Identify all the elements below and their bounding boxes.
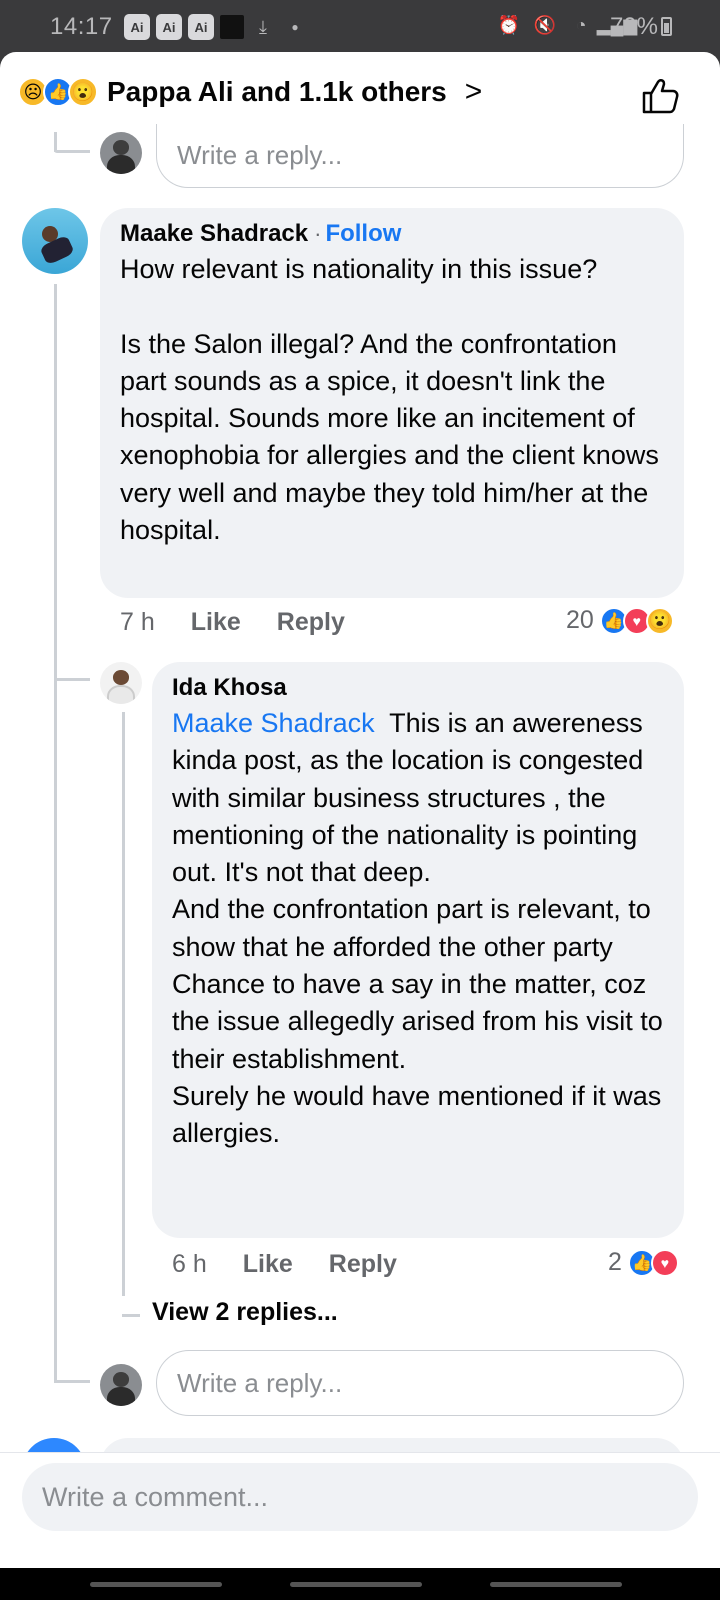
reply-actions: 6 h Like Reply xyxy=(172,1250,433,1279)
back-button[interactable] xyxy=(490,1582,622,1587)
thread-line xyxy=(122,1314,140,1317)
comment-actions: 7 h Like Reply xyxy=(120,608,381,637)
battery-percent: 70% xyxy=(609,13,658,40)
wow-icon: 😮 xyxy=(68,77,98,107)
reaction-count-number: 20 xyxy=(566,606,594,634)
notification-icons: Ai Ai Ai ⤓ ● xyxy=(124,14,308,40)
mention-link[interactable]: Maake Shadrack xyxy=(172,708,375,738)
thread-line xyxy=(122,712,125,1296)
thread-line xyxy=(54,1380,90,1383)
reply-button[interactable]: Reply xyxy=(329,1250,397,1279)
download-icon: ⤓ xyxy=(259,16,267,37)
reply-input[interactable]: Write a reply... xyxy=(156,124,684,188)
thread-line xyxy=(54,132,57,152)
like-button[interactable]: Like xyxy=(191,608,241,637)
like-button[interactable]: Like xyxy=(243,1250,293,1279)
current-user-avatar xyxy=(100,132,142,174)
reply-text: This is an awereness kinda post, as the … xyxy=(172,708,663,1149)
recents-button[interactable] xyxy=(90,1582,222,1587)
home-button[interactable] xyxy=(290,1582,422,1587)
reply-author[interactable]: Ida Khosa xyxy=(172,674,287,702)
separator-dot: · xyxy=(314,221,322,246)
reply-input[interactable]: Write a reply... xyxy=(156,1350,684,1416)
avatar[interactable] xyxy=(22,208,88,274)
comment-composer: Write a comment... xyxy=(0,1452,720,1568)
like-button-icon[interactable] xyxy=(640,76,680,116)
reaction-count[interactable]: 2 👍 ♥ xyxy=(608,1248,679,1277)
status-time: 14:17 xyxy=(50,13,113,40)
thread-line xyxy=(54,678,90,681)
ai-badge: Ai xyxy=(156,14,182,40)
navigation-bar xyxy=(0,1568,720,1600)
follow-button[interactable]: Follow xyxy=(325,220,401,248)
reply-button[interactable]: Reply xyxy=(277,608,345,637)
comments-sheet: ☹ 👍 😮 Pappa Ali and 1.1k others > Write … xyxy=(0,52,720,1568)
chevron-right-icon: > xyxy=(464,75,483,108)
battery-icon xyxy=(661,17,672,36)
love-icon: ♥ xyxy=(650,1248,679,1277)
reaction-count[interactable]: 20 👍 ♥ 😮 xyxy=(566,606,674,635)
thread-line xyxy=(54,150,90,153)
reaction-count-number: 2 xyxy=(608,1248,622,1276)
reply-text-container: Maake Shadrack This is an awereness kind… xyxy=(172,705,664,1153)
reply-bubble: Ida Khosa Maake Shadrack This is an awer… xyxy=(152,662,684,1238)
alarm-icon: ⏰ xyxy=(497,14,521,35)
status-bar: 14:17 Ai Ai Ai ⤓ ● ⏰ 🔇 ◔ ▂▄▆ 70% xyxy=(0,0,720,52)
wow-icon: 😮 xyxy=(645,606,674,635)
comment-bubble: Maake Shadrack · Follow How relevant is … xyxy=(100,208,684,598)
comment-text: How relevant is nationality in this issu… xyxy=(120,254,659,546)
thread-line xyxy=(54,284,57,1382)
reactions-title: Pappa Ali and 1.1k others xyxy=(107,76,447,107)
wifi-icon: ◔ xyxy=(575,14,587,35)
reply-timestamp: 6 h xyxy=(172,1250,207,1278)
mute-icon: 🔇 xyxy=(533,14,557,35)
comment-input[interactable]: Write a comment... xyxy=(22,1463,698,1531)
view-replies-link[interactable]: View 2 replies... xyxy=(152,1298,338,1327)
comment-author[interactable]: Maake Shadrack xyxy=(120,220,308,248)
current-user-avatar xyxy=(100,1364,142,1406)
app-notification-icon xyxy=(220,15,244,39)
avatar[interactable] xyxy=(100,662,142,704)
reactions-summary[interactable]: ☹ 👍 😮 Pappa Ali and 1.1k others > xyxy=(0,52,720,132)
ai-badge: Ai xyxy=(124,14,150,40)
more-dot-icon: ● xyxy=(291,20,299,34)
comment-timestamp: 7 h xyxy=(120,608,155,636)
ai-badge: Ai xyxy=(188,14,214,40)
